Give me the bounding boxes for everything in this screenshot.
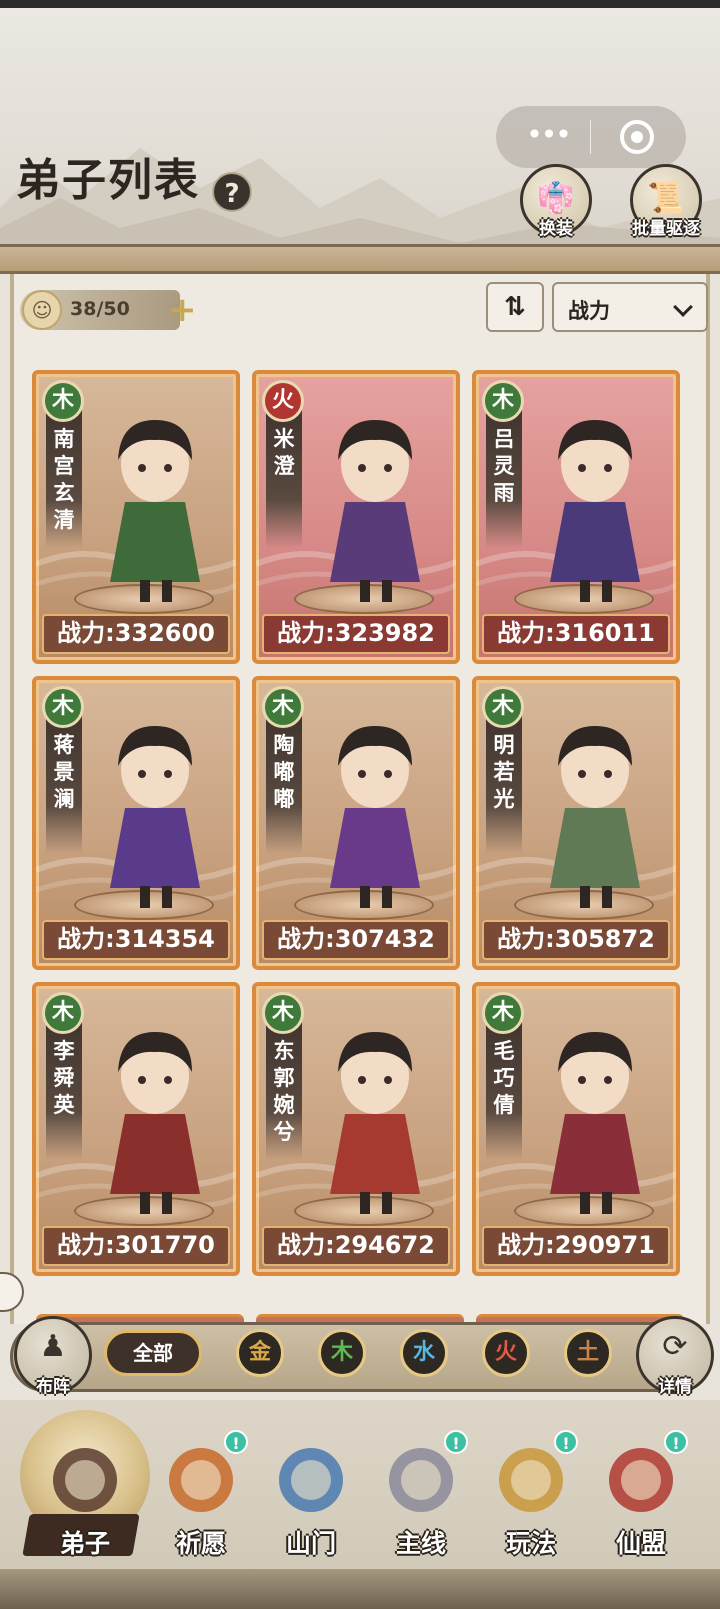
element-badge: 木 bbox=[482, 380, 524, 422]
nav-item[interactable]: ! 仙盟 bbox=[586, 1430, 696, 1560]
panel-top-frame bbox=[0, 244, 720, 274]
disciple-power: 战力:316011 bbox=[482, 614, 670, 654]
mini-program-capsule: ••• bbox=[496, 106, 686, 168]
chevron-down-icon bbox=[673, 297, 693, 317]
nav-label: 主线 bbox=[395, 1529, 446, 1558]
details-button[interactable]: ⟳ 详情 bbox=[636, 1316, 714, 1397]
disciple-name: 李舜英 bbox=[53, 1039, 75, 1117]
disciple-portrait bbox=[110, 420, 200, 602]
refresh-icon: ⟳ bbox=[662, 1329, 688, 1364]
page-title: 弟子列表 bbox=[16, 155, 200, 206]
element-badge: 木 bbox=[482, 992, 524, 1034]
disciple-power: 战力:314354 bbox=[42, 920, 230, 960]
nav-label: 仙盟 bbox=[615, 1529, 666, 1558]
disciple-card[interactable]: 木 明若光 战力:305872 bbox=[472, 676, 680, 970]
element-badge: 木 bbox=[42, 992, 84, 1034]
disciple-name: 毛巧倩 bbox=[493, 1039, 515, 1117]
nav-item[interactable]: ! 祈愿 bbox=[146, 1430, 256, 1560]
element-badge: 木 bbox=[42, 380, 84, 422]
disciple-card[interactable]: 木 南宫玄清 战力:332600 bbox=[32, 370, 240, 664]
nav-label: 山门 bbox=[285, 1529, 336, 1558]
filter-all[interactable]: 全部 bbox=[104, 1330, 202, 1376]
nav-label: 弟子 bbox=[59, 1529, 110, 1558]
close-circle-icon[interactable] bbox=[620, 120, 654, 154]
notification-badge: ! bbox=[444, 1430, 468, 1454]
nav-icon bbox=[53, 1448, 117, 1512]
batch-expel-button[interactable]: 📜 批量驱逐 bbox=[626, 164, 706, 239]
disciple-power: 战力:290971 bbox=[482, 1226, 670, 1266]
disciple-power: 战力:294672 bbox=[262, 1226, 450, 1266]
nav-icon bbox=[279, 1448, 343, 1512]
nav-item[interactable]: 弟子 bbox=[30, 1430, 140, 1560]
disciple-card[interactable]: 木 蒋景澜 战力:314354 bbox=[32, 676, 240, 970]
element-badge: 木 bbox=[262, 992, 304, 1034]
disciple-card[interactable]: 木 李舜英 战力:301770 bbox=[32, 982, 240, 1276]
disciple-portrait bbox=[550, 1032, 640, 1214]
disciple-card[interactable]: 木 陶嘟嘟 战力:307432 bbox=[252, 676, 460, 970]
disciple-card[interactable]: 火 米澄 战力:323982 bbox=[252, 370, 460, 664]
element-badge: 木 bbox=[482, 686, 524, 728]
nav-label: 玩法 bbox=[505, 1529, 556, 1558]
disciple-power: 战力:332600 bbox=[42, 614, 230, 654]
disciple-power: 战力:307432 bbox=[262, 920, 450, 960]
disciple-counter: ☺ 38/50 + bbox=[20, 290, 197, 330]
sort-order-button[interactable]: ⇅ bbox=[486, 282, 544, 332]
details-label: 详情 bbox=[658, 1377, 692, 1397]
disciple-name: 米澄 bbox=[273, 427, 295, 478]
disciple-portrait bbox=[330, 726, 420, 908]
sort-select-value: 战力 bbox=[568, 299, 610, 323]
nav-item[interactable]: ! 主线 bbox=[366, 1430, 476, 1560]
filter-element[interactable]: 金 bbox=[236, 1329, 284, 1377]
outfit-button[interactable]: 👘 换装 bbox=[516, 164, 596, 239]
disciple-portrait bbox=[550, 420, 640, 602]
notification-badge: ! bbox=[554, 1430, 578, 1454]
disciple-power: 战力:305872 bbox=[482, 920, 670, 960]
disciple-name: 吕灵雨 bbox=[493, 427, 515, 505]
notification-badge: ! bbox=[224, 1430, 248, 1454]
disciple-portrait bbox=[550, 726, 640, 908]
nav-item[interactable]: 山门 bbox=[256, 1430, 366, 1560]
outfit-button-label: 换装 bbox=[539, 219, 573, 239]
filter-element[interactable]: 火 bbox=[482, 1329, 530, 1377]
capsule-divider bbox=[590, 120, 591, 154]
filter-element[interactable]: 水 bbox=[400, 1329, 448, 1377]
disciple-name: 蒋景澜 bbox=[53, 733, 75, 811]
disciple-portrait bbox=[110, 1032, 200, 1214]
disciple-power: 战力:323982 bbox=[262, 614, 450, 654]
status-strip bbox=[0, 0, 720, 8]
disciple-card[interactable]: 木 吕灵雨 战力:316011 bbox=[472, 370, 680, 664]
disciple-power: 战力:301770 bbox=[42, 1226, 230, 1266]
element-badge: 火 bbox=[262, 380, 304, 422]
nav-item[interactable]: ! 玩法 bbox=[476, 1430, 586, 1560]
disciple-card[interactable]: 木 毛巧倩 战力:290971 bbox=[472, 982, 680, 1276]
more-menu-button[interactable]: ••• bbox=[518, 118, 578, 156]
element-badge: 木 bbox=[42, 686, 84, 728]
filter-element[interactable]: 土 bbox=[564, 1329, 612, 1377]
help-button[interactable]: ? bbox=[212, 172, 252, 212]
disciple-count: 38/50 bbox=[70, 298, 130, 320]
disciple-portrait bbox=[110, 726, 200, 908]
nav-label: 祈愿 bbox=[175, 1529, 226, 1558]
formation-icon: ♟ bbox=[39, 1329, 67, 1364]
disciple-head-icon: ☺ bbox=[22, 290, 62, 330]
disciple-portrait bbox=[330, 1032, 420, 1214]
nav-scroll-decoration bbox=[0, 1569, 720, 1609]
notification-badge: ! bbox=[664, 1430, 688, 1454]
disciple-card[interactable]: 木 东郭婉兮 战力:294672 bbox=[252, 982, 460, 1276]
disciple-portrait bbox=[330, 420, 420, 602]
filter-element[interactable]: 木 bbox=[318, 1329, 366, 1377]
expand-capacity-button[interactable]: + bbox=[168, 290, 197, 330]
disciple-name: 明若光 bbox=[493, 733, 515, 811]
sort-select[interactable]: 战力 bbox=[552, 282, 708, 332]
disciple-name: 陶嘟嘟 bbox=[273, 733, 295, 811]
formation-button[interactable]: ♟ 布阵 bbox=[14, 1316, 92, 1397]
formation-label: 布阵 bbox=[36, 1377, 70, 1397]
disciple-name: 南宫玄清 bbox=[53, 427, 75, 532]
element-badge: 木 bbox=[262, 686, 304, 728]
disciple-name: 东郭婉兮 bbox=[273, 1039, 295, 1144]
batch-expel-label: 批量驱逐 bbox=[632, 219, 700, 239]
